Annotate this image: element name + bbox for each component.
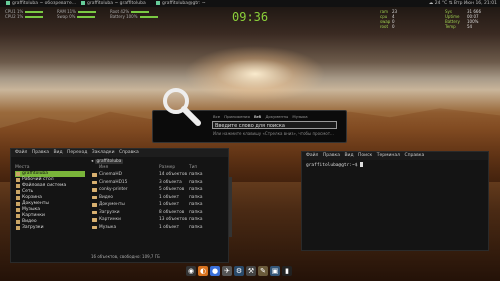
top-panel-tray: ☁ 24 °C ⇅ Втр Июн 16, 21:01 — [429, 0, 497, 7]
terminal-window: Файл Правка Вид Поиск Терминал Справка g… — [301, 151, 489, 251]
fm-scrollbar[interactable] — [229, 177, 232, 237]
firefox-icon[interactable]: ◐ — [198, 266, 208, 276]
menu-bookmarks[interactable]: Закладки — [92, 150, 115, 155]
meter-swap: Swap 0% — [57, 14, 96, 19]
terminal-prompt[interactable]: graffitoluba@gtr:~$ — [302, 160, 488, 170]
desktop-clock: 09:36 — [232, 10, 269, 24]
category-music[interactable]: Музыка — [292, 114, 307, 119]
table-row[interactable]: CinemaHD 14 объектов папка — [91, 171, 225, 179]
meter-cpu2: CPU2 1% — [5, 14, 44, 19]
clock-panel[interactable]: Втр Июн 16, 21:01 — [454, 1, 497, 6]
category-apps[interactable]: Приложения — [224, 114, 249, 119]
folder-icon — [92, 173, 97, 177]
menu-help[interactable]: Справка — [119, 150, 139, 155]
folder-icon — [92, 203, 97, 207]
folder-icon — [92, 188, 97, 192]
table-row[interactable]: CinemaHD15 3 объекта папка — [91, 179, 225, 187]
table-row[interactable]: Загрузки 8 объектов папка — [91, 209, 225, 217]
sysinfo-left: ram 23 cpu 4 swap 0 root 0 — [380, 9, 398, 29]
steam-icon[interactable]: ⚙ — [234, 266, 244, 276]
category-web[interactable]: Веб — [254, 114, 261, 119]
breadcrumb: ◂ graffitoluba — [91, 158, 225, 165]
breadcrumb-home[interactable]: graffitoluba — [94, 159, 124, 164]
menu-file[interactable]: Файл — [15, 150, 27, 155]
menu-view[interactable]: Вид — [344, 153, 353, 158]
launcher-categories: Все Приложения Веб Документы Музыка — [213, 114, 311, 119]
sysinfo-right: Sys 31 666 Uptime 00:07 Battery 100% Temp 54 — [445, 9, 481, 29]
ubuntu-icon[interactable]: ◉ — [186, 266, 196, 276]
menu-go[interactable]: Переход — [67, 150, 87, 155]
table-row[interactable]: Музыка 1 объект папка — [91, 224, 225, 232]
menu-terminal[interactable]: Терминал — [377, 153, 400, 158]
dock: ◉ ◐ ● ✈ ⚙ ⚒ ✎ ▣ ▮ — [186, 265, 302, 277]
menu-edit[interactable]: Правка — [32, 150, 49, 155]
app-icon — [6, 0, 10, 5]
meter-bar — [77, 16, 96, 18]
file-manager-window: Файл Правка Вид Переход Закладки Справка… — [10, 148, 232, 263]
search-input[interactable]: Введите слово для поиска — [212, 121, 337, 129]
table-row[interactable]: Видео 1 объект папка — [91, 194, 225, 202]
table-row[interactable]: Картинки 13 объектов папка — [91, 216, 225, 224]
menu-help[interactable]: Справка — [404, 153, 424, 158]
monitor-icon[interactable]: ▣ — [270, 266, 280, 276]
app-icon — [81, 0, 85, 5]
search-icon — [160, 85, 204, 133]
menu-edit[interactable]: Правка — [323, 153, 340, 158]
meter-battery: Battery 100% — [110, 14, 158, 19]
terminal-cursor — [360, 162, 364, 167]
fm-file-list: ◂ graffitoluba Имя Размер Тип CinemaHD 14… — [91, 158, 225, 231]
gimp-icon[interactable]: ✎ — [258, 266, 268, 276]
menu-search[interactable]: Поиск — [358, 153, 372, 158]
meter-bar — [77, 11, 96, 13]
settings-icon[interactable]: ⚒ — [246, 266, 256, 276]
app-icon — [156, 0, 160, 5]
meter-bar — [25, 11, 44, 13]
table-row[interactable]: conky-printer 5 объектов папка — [91, 186, 225, 194]
fm-sidebar: Места graffitoluba Рабочий стол Файловая… — [15, 165, 85, 231]
meter-bar — [131, 11, 150, 13]
menu-file[interactable]: Файл — [306, 153, 318, 158]
taskbar-item-terminal[interactable]: graffitoluba@gtr: ~ — [150, 0, 206, 7]
category-docs[interactable]: Документы — [265, 114, 288, 119]
taskbar-item-files[interactable]: graffitoluba ~ graffitoluba — [75, 0, 146, 7]
folder-icon — [92, 210, 97, 214]
category-all[interactable]: Все — [213, 114, 220, 119]
weather-temp[interactable]: 24 °C — [435, 1, 448, 6]
fm-statusbar: 16 объектов, свободно: 109,7 ГБ — [91, 254, 160, 259]
chrome-icon[interactable]: ● — [210, 266, 220, 276]
search-hint: Или нажмите клавишу «Стрелка вниз», чтоб… — [213, 131, 334, 136]
meter-bar — [139, 16, 158, 18]
table-row[interactable]: Документы 1 объект папка — [91, 201, 225, 209]
folder-icon — [92, 180, 97, 184]
taskbar-item-browser[interactable]: graffitoluba ~ обозревате... — [0, 0, 76, 7]
folder-icon — [92, 218, 97, 222]
meter-bar — [25, 16, 44, 18]
sidebar-item-downloads[interactable]: Загрузки — [15, 225, 85, 231]
folder-icon — [92, 195, 97, 199]
folder-icon — [92, 225, 97, 229]
back-arrow-icon[interactable]: ◂ — [91, 159, 95, 164]
terminal-icon[interactable]: ▮ — [282, 266, 292, 276]
menu-view[interactable]: Вид — [53, 150, 62, 155]
terminal-menubar: Файл Правка Вид Поиск Терминал Справка — [302, 152, 488, 160]
column-name[interactable]: Имя — [99, 165, 108, 170]
top-panel: graffitoluba ~ обозревате... graffitolub… — [0, 0, 500, 7]
bird-icon[interactable]: ✈ — [222, 266, 232, 276]
fm-menubar: Файл Правка Вид Переход Закладки Справка — [11, 149, 228, 157]
